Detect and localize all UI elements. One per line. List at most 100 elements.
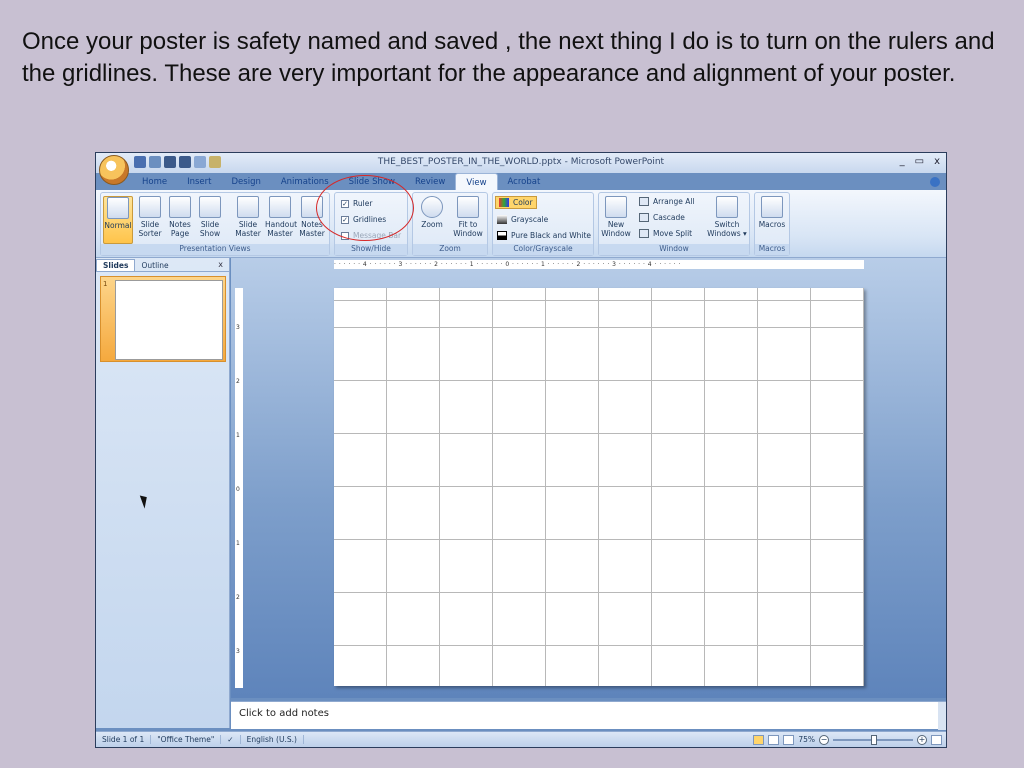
zoom-out-icon[interactable]: − (819, 734, 829, 745)
restore-button[interactable]: ▭ (915, 156, 924, 167)
status-bar: Slide 1 of 1 "Office Theme" ✓ English (U… (96, 731, 946, 747)
language-indicator[interactable]: English (U.S.) (241, 735, 304, 744)
group-presentation-views: Normal Slide Sorter Notes Page Slide Sho… (100, 192, 330, 256)
notes-page-icon (169, 196, 191, 218)
tab-insert[interactable]: Insert (177, 173, 221, 191)
macros-icon (761, 196, 783, 218)
zoom-in-icon[interactable]: + (917, 734, 927, 745)
vruler-mark: 3 (236, 324, 240, 331)
window-controls: _ ▭ x (900, 156, 940, 167)
highlight-circle-ruler-gridlines (316, 175, 414, 241)
slide-sorter-icon (139, 196, 161, 218)
bw-swatch-icon (497, 231, 507, 240)
move-split-icon (639, 229, 649, 238)
slide-thumbnail (115, 280, 223, 360)
switch-windows-icon (716, 196, 738, 218)
group-window: New Window Arrange All Cascade Move Spli… (598, 192, 750, 256)
normal-view-icon[interactable] (753, 734, 765, 745)
group-label-macros: Macros (755, 244, 789, 255)
group-color-grayscale: Color Grayscale Pure Black and White Col… (492, 192, 594, 256)
ribbon: Normal Slide Sorter Notes Page Slide Sho… (96, 190, 946, 258)
pane-close-icon[interactable]: x (218, 260, 229, 271)
slide-thumbnail-item[interactable]: 1 (100, 276, 226, 362)
slide-number: 1 (103, 280, 108, 288)
group-label-show-hide: Show/Hide (335, 244, 407, 255)
move-split-button[interactable]: Move Split (639, 229, 692, 238)
fit-slide-icon[interactable] (931, 734, 942, 745)
new-window-icon (605, 196, 627, 218)
notes-page-button[interactable]: Notes Page (165, 196, 195, 238)
notes-pane[interactable]: Click to add notes (231, 701, 946, 730)
vruler-mark: 1 (236, 432, 240, 439)
notes-placeholder: Click to add notes (239, 708, 329, 719)
switch-windows-button[interactable]: Switch Windows ▾ (707, 196, 747, 238)
slide-show-view-icon[interactable] (783, 734, 795, 745)
tab-review[interactable]: Review (405, 173, 455, 191)
spellcheck-icon[interactable]: ✓ (221, 735, 241, 744)
caption-text: Once your poster is safety named and sav… (22, 28, 995, 87)
slide-counter: Slide 1 of 1 (96, 735, 152, 744)
arrange-all-icon (639, 197, 649, 206)
slides-pane: Slides Outline x 1 (96, 258, 230, 728)
slide-canvas-with-gridlines[interactable] (334, 288, 864, 686)
horizontal-ruler: · · · · · · 4 · · · · · · 3 · · · · · · … (334, 260, 864, 269)
help-icon[interactable] (930, 177, 940, 187)
new-window-button[interactable]: New Window (601, 196, 631, 238)
zoom-level[interactable]: 75% (798, 735, 815, 744)
vertical-ruler: 3 2 1 0 1 2 3 (235, 288, 243, 688)
tab-acrobat[interactable]: Acrobat (498, 173, 551, 191)
group-label-presentation-views: Presentation Views (101, 244, 329, 255)
zoom-slider-knob[interactable] (871, 734, 877, 745)
window-title: THE_BEST_POSTER_IN_THE_WORLD.pptx - Micr… (377, 157, 665, 167)
minimize-button[interactable]: _ (900, 156, 905, 167)
tab-outline[interactable]: Outline (135, 260, 174, 271)
slide-master-icon (237, 196, 259, 218)
theme-name: "Office Theme" (151, 735, 222, 744)
vruler-mark: 1 (236, 540, 240, 547)
pure-black-white-button[interactable]: Pure Black and White (497, 231, 591, 240)
group-macros: Macros Macros (754, 192, 790, 256)
powerpoint-window: THE_BEST_POSTER_IN_THE_WORLD.pptx - Micr… (95, 152, 947, 748)
magnifier-icon (421, 196, 443, 218)
color-button[interactable]: Color (495, 196, 537, 209)
slide-master-button[interactable]: Slide Master (233, 196, 263, 238)
view-zoom-controls: 75% − + (753, 734, 946, 745)
grayscale-swatch-icon (497, 215, 507, 224)
color-swatch-icon (499, 198, 509, 207)
zoom-slider[interactable] (833, 734, 913, 745)
arrange-all-button[interactable]: Arrange All (639, 197, 695, 206)
close-button[interactable]: x (934, 156, 940, 167)
normal-view-icon (107, 197, 129, 219)
vruler-mark: 0 (236, 486, 240, 493)
group-label-window: Window (599, 244, 749, 255)
cascade-button[interactable]: Cascade (639, 213, 685, 222)
group-zoom: Zoom Fit to Window Zoom (412, 192, 488, 256)
slide-editor: · · · · · · 4 · · · · · · 3 · · · · · · … (231, 258, 946, 698)
cascade-icon (639, 213, 649, 222)
slide-show-button[interactable]: Slide Show (195, 196, 225, 238)
tab-view[interactable]: View (455, 173, 498, 191)
macros-button[interactable]: Macros (757, 196, 787, 229)
slide-sorter-button[interactable]: Slide Sorter (135, 196, 165, 238)
slide-sorter-view-icon[interactable] (768, 734, 780, 745)
fit-window-icon (457, 196, 479, 218)
handout-master-icon (269, 196, 291, 218)
notes-scrollbar[interactable] (938, 702, 946, 730)
grayscale-button[interactable]: Grayscale (497, 215, 548, 224)
tab-home[interactable]: Home (132, 173, 177, 191)
office-button[interactable] (99, 155, 129, 185)
handout-master-button[interactable]: Handout Master (265, 196, 297, 238)
title-bar: THE_BEST_POSTER_IN_THE_WORLD.pptx - Micr… (96, 153, 946, 173)
vruler-mark: 2 (236, 378, 240, 385)
pane-tabs: Slides Outline x (96, 258, 229, 272)
vruler-mark: 2 (236, 594, 240, 601)
slide-show-icon (199, 196, 221, 218)
fit-to-window-button[interactable]: Fit to Window (453, 196, 483, 238)
group-label-color-grayscale: Color/Grayscale (493, 244, 593, 255)
zoom-button[interactable]: Zoom (417, 196, 447, 229)
normal-view-button[interactable]: Normal (103, 196, 133, 244)
tab-slides[interactable]: Slides (96, 259, 136, 271)
tab-design[interactable]: Design (222, 173, 271, 191)
vruler-mark: 3 (236, 648, 240, 655)
group-label-zoom: Zoom (413, 244, 487, 255)
